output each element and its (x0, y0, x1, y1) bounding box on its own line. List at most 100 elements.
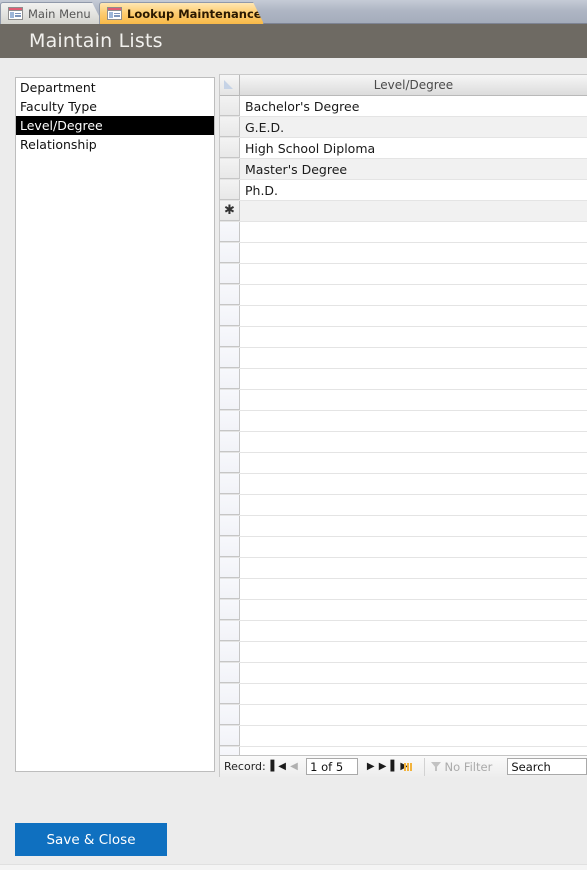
empty-cell (240, 222, 587, 242)
empty-row-selector (220, 474, 240, 494)
empty-cell (240, 390, 587, 410)
empty-cell (240, 579, 587, 599)
last-record-button[interactable]: ▶▐ (379, 759, 394, 775)
previous-record-button[interactable]: ◀ (288, 759, 300, 775)
empty-row-selector (220, 747, 240, 755)
record-position-input[interactable]: 1 of 5 (306, 758, 359, 775)
empty-row-selector (220, 600, 240, 620)
table-cell[interactable]: Ph.D. (240, 180, 587, 200)
empty-row (220, 684, 587, 705)
empty-cell (240, 369, 587, 389)
empty-cell (240, 495, 587, 515)
empty-row (220, 558, 587, 579)
table-cell[interactable]: G.E.D. (240, 117, 587, 137)
empty-cell (240, 537, 587, 557)
empty-row (220, 726, 587, 747)
empty-row-selector (220, 663, 240, 683)
table-row[interactable]: Ph.D. (220, 180, 587, 201)
page-title: Maintain Lists (29, 30, 163, 52)
empty-row-selector (220, 222, 240, 242)
empty-row (220, 453, 587, 474)
empty-row (220, 264, 587, 285)
empty-row (220, 495, 587, 516)
tab-lookup-maintenance[interactable]: Lookup Maintenance (99, 2, 264, 24)
row-selector[interactable] (220, 96, 240, 116)
empty-row (220, 600, 587, 621)
empty-row-selector (220, 642, 240, 662)
empty-row (220, 390, 587, 411)
empty-row (220, 285, 587, 306)
empty-cell (240, 243, 587, 263)
empty-row-selector (220, 390, 240, 410)
empty-row-selector (220, 411, 240, 431)
list-item[interactable]: Faculty Type (16, 97, 214, 116)
lookup-maintenance-window: Main Menu Lookup Maintenance Maintain Li… (0, 0, 587, 870)
new-record-row[interactable]: ✱ (220, 201, 587, 222)
save-close-button[interactable]: Save & Close (15, 823, 167, 856)
empty-row (220, 537, 587, 558)
no-filter-button[interactable]: No Filter (423, 757, 499, 776)
empty-row (220, 432, 587, 453)
empty-row (220, 621, 587, 642)
row-selector[interactable] (220, 159, 240, 179)
empty-cell (240, 663, 587, 683)
empty-cell (240, 600, 587, 620)
empty-row (220, 411, 587, 432)
empty-row-selector (220, 726, 240, 746)
table-row[interactable]: Bachelor's Degree (220, 96, 587, 117)
empty-row-selector (220, 327, 240, 347)
new-record-cell[interactable] (240, 201, 587, 221)
empty-row (220, 327, 587, 348)
empty-cell (240, 684, 587, 704)
table-row[interactable]: G.E.D. (220, 117, 587, 138)
empty-cell (240, 558, 587, 578)
empty-row-selector (220, 348, 240, 368)
row-selector[interactable] (220, 117, 240, 137)
list-item[interactable]: Relationship (16, 135, 214, 154)
empty-row (220, 243, 587, 264)
first-record-button[interactable]: ▌◀ (271, 759, 286, 775)
row-selector[interactable] (220, 180, 240, 200)
empty-row (220, 222, 587, 243)
tab-main-menu[interactable]: Main Menu (0, 2, 103, 24)
column-header-level-degree[interactable]: Level/Degree (240, 75, 587, 95)
tab-main-menu-label: Main Menu (28, 6, 91, 21)
empty-row (220, 705, 587, 726)
new-record-button[interactable]: ▶ (396, 759, 413, 775)
table-cell[interactable]: High School Diploma (240, 138, 587, 158)
empty-row (220, 474, 587, 495)
empty-row-selector (220, 684, 240, 704)
empty-cell (240, 411, 587, 431)
table-cell[interactable]: Bachelor's Degree (240, 96, 587, 116)
new-record-asterisk-icon[interactable]: ✱ (220, 201, 240, 221)
empty-row-selector (220, 432, 240, 452)
empty-cell (240, 327, 587, 347)
search-input[interactable]: Search (507, 758, 587, 775)
empty-cell (240, 621, 587, 641)
funnel-icon (430, 761, 442, 772)
empty-row-selector (220, 285, 240, 305)
empty-row-selector (220, 495, 240, 515)
empty-cell (240, 747, 587, 755)
row-selector[interactable] (220, 138, 240, 158)
empty-row (220, 516, 587, 537)
empty-cell (240, 726, 587, 746)
lookup-list[interactable]: Department Faculty Type Level/Degree Relati… (15, 77, 215, 772)
table-row[interactable]: High School Diploma (220, 138, 587, 159)
empty-cell (240, 306, 587, 326)
table-row[interactable]: Master's Degree (220, 159, 587, 180)
empty-cell (240, 516, 587, 536)
empty-row-selector (220, 705, 240, 725)
list-item[interactable]: Level/Degree (16, 116, 214, 135)
empty-row (220, 348, 587, 369)
list-item[interactable]: Department (16, 78, 214, 97)
form-table-icon (107, 7, 122, 20)
form-table-icon (8, 7, 23, 20)
table-cell[interactable]: Master's Degree (240, 159, 587, 179)
select-all-corner-icon[interactable] (220, 75, 240, 95)
empty-row-selector (220, 264, 240, 284)
empty-row-selector (220, 306, 240, 326)
empty-row-selector (220, 369, 240, 389)
empty-row (220, 663, 587, 684)
next-record-button[interactable]: ▶ (364, 759, 376, 775)
